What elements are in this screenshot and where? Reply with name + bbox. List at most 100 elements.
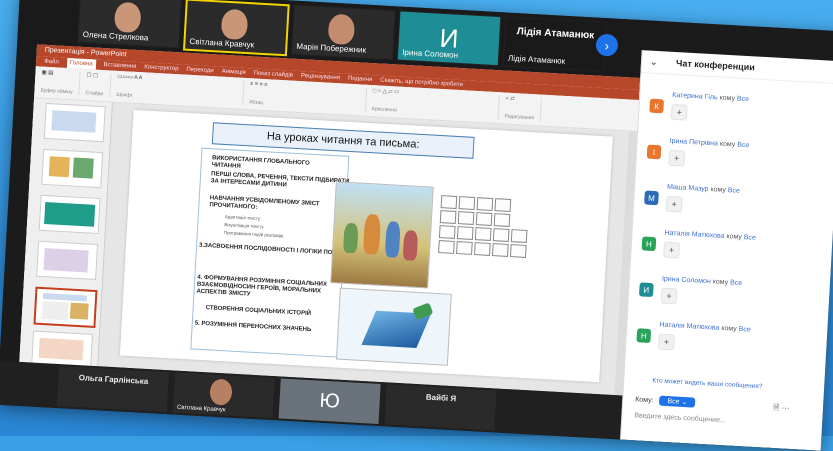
slide-thumbnail[interactable] <box>43 102 106 143</box>
ppt-workspace: На уроках читання та письма: ВИКОРИСТАНН… <box>19 98 638 396</box>
group-label: Буфер обміну <box>40 87 73 96</box>
chevron-down-icon: ⌄ <box>681 398 688 407</box>
slide-bullet: 5. РОЗУМІННЯ ПЕРЕНОСНИХ ЗНАЧЕНЬ <box>194 320 312 334</box>
message-sender: Наталія Матюхова кому Все <box>659 321 751 334</box>
participant-tile[interactable]: Світлана Кравчук <box>172 372 275 419</box>
chat-title: Чат конференции <box>675 58 756 73</box>
tab-transitions[interactable]: Переходи <box>186 65 214 77</box>
avatar: М <box>644 190 659 206</box>
group-label: Слайди <box>85 90 104 98</box>
participant-initial: Ю <box>278 378 381 424</box>
avatar: И <box>638 282 654 298</box>
message-sender: Катерина Гіль кому Все <box>672 91 750 104</box>
chat-message: К Катерина Гіль кому Все + <box>648 91 833 143</box>
slide-thumbnail[interactable] <box>36 240 99 280</box>
avatar: І <box>646 144 662 160</box>
recipient-label: Кому: <box>635 395 654 404</box>
file-icon[interactable]: 🗎 <box>773 403 780 412</box>
slide-bullet: 3.ЗАСВОЄННЯ ПОСЛІДОВНОСТІ І ЛОГІКИ ПОДІ <box>198 242 339 257</box>
slide-textbox[interactable]: ВИКОРИСТАННЯ ГЛОБАЛЬНОГО ЧИТАННЯ ПЕРШІ С… <box>190 147 349 358</box>
participant-name: Марія Побережник <box>296 41 367 55</box>
group-label: Креслення <box>371 106 397 114</box>
message-sender: Ірина Соломон кому Все <box>661 275 743 288</box>
participant-video <box>220 8 249 41</box>
participant-name: Вайбі Я <box>425 392 457 404</box>
add-reaction-button[interactable]: + <box>658 333 675 351</box>
participant-tile[interactable]: Ю <box>278 378 381 424</box>
font-controls-icon[interactable]: ▭▭▭ A A <box>117 74 237 87</box>
slide-subitem: Візуалізація тексту <box>224 222 264 230</box>
group-label: Редагування <box>504 113 535 122</box>
participant-tile[interactable]: И Ірина Соломон <box>396 10 502 67</box>
avatar: Н <box>636 328 652 344</box>
tab-file[interactable]: Файл <box>44 57 59 68</box>
add-reaction-button[interactable]: + <box>663 241 681 259</box>
slide-thumbnails <box>19 98 113 370</box>
add-reaction-button[interactable]: + <box>660 287 678 305</box>
chevron-right-icon[interactable]: › <box>595 33 619 57</box>
avatar: Н <box>641 236 657 252</box>
add-reaction-button[interactable]: + <box>670 103 688 121</box>
chat-input[interactable]: Введите здесь сообщение... <box>634 412 726 424</box>
participant-tile[interactable]: Ольга Гарлінська <box>56 366 170 413</box>
new-slide-icon[interactable]: ▢ ▢ <box>86 72 104 79</box>
participant-tile[interactable]: Лідія Атаманюк Лідія Атаманюк <box>502 16 608 73</box>
ribbon-group: ▭▭▭ A A Шрифт <box>116 73 245 105</box>
participant-tile[interactable]: Олена Стрелкова <box>77 0 182 49</box>
tab-insert[interactable]: Вставлення <box>103 60 136 72</box>
slide-thumbnail[interactable] <box>38 194 101 235</box>
recipient-row: Кому: Все ⌄ <box>635 394 696 408</box>
picture-cards <box>437 195 541 270</box>
participant-name: Світлана Кравчук <box>176 404 226 414</box>
tab-animation[interactable]: Анімація <box>221 67 246 78</box>
tab-view[interactable]: Подання <box>348 74 373 85</box>
tab-review[interactable]: Рецензування <box>301 71 341 83</box>
participant-tile[interactable]: Вайбі Я <box>384 384 497 431</box>
ribbon-group: ⌕ ⇄ Редагування <box>504 95 543 122</box>
illustration-watering <box>335 287 452 366</box>
paragraph-icon[interactable]: ≡ ≡ ≡ ≡ <box>250 81 360 93</box>
powerpoint-window: Презентація - PowerPoint Файл Головна Вс… <box>19 44 641 396</box>
slide-thumbnail[interactable] <box>41 148 104 189</box>
more-icon[interactable]: ⋯ <box>781 403 789 412</box>
participant-name: Лідія Атаманюк <box>507 53 566 66</box>
chat-message: Н Наталія Матюхова кому Все + <box>635 320 822 372</box>
slide-subitem: Програвання подій розповіді <box>223 230 284 239</box>
paste-icon[interactable]: ▣ ▤ <box>41 70 73 78</box>
slide-subitem: Адаптація тексту <box>224 214 261 222</box>
find-icon[interactable]: ⌕ ⇄ <box>505 96 535 105</box>
chat-message: И Ірина Соломон кому Все + <box>638 274 825 326</box>
avatar: К <box>649 98 664 114</box>
participant-video <box>209 378 233 406</box>
current-slide[interactable]: На уроках читання та письма: ВИКОРИСТАНН… <box>119 109 613 383</box>
message-sender: Ірина Петрівна кому Все <box>669 137 750 150</box>
tab-slideshow[interactable]: Показ слайдів <box>253 68 294 80</box>
chevron-down-icon[interactable]: ⌄ <box>649 51 658 73</box>
ribbon-group: □ ○ △ ▱ ⬭ Креслення <box>371 88 500 120</box>
slide-thumbnail-selected[interactable] <box>33 286 98 329</box>
chat-tools: 🗎 ⋯ <box>772 402 790 417</box>
add-reaction-button[interactable]: + <box>665 195 683 213</box>
participant-display-name: Лідія Атаманюк <box>516 26 595 42</box>
ribbon-group: ▢ ▢ Слайди <box>85 72 112 98</box>
group-label: Абзац <box>248 99 264 107</box>
chat-message: Н Наталія Матюхова кому Все + <box>640 228 827 280</box>
participant-tile-active[interactable]: Світлана Кравчук <box>182 0 290 57</box>
chat-message: М Маша Мазур кому Все + <box>643 182 830 234</box>
message-sender: Наталія Матюхова кому Все <box>664 229 757 242</box>
group-label: Шрифт <box>116 91 133 99</box>
participant-name: Олена Стрелкова <box>82 29 149 43</box>
ribbon-group: ≡ ≡ ≡ ≡ Абзац <box>248 81 368 112</box>
chat-message: І Ірина Петрівна кому Все + <box>646 137 833 189</box>
recipient-select[interactable]: Все ⌄ <box>659 395 696 408</box>
participant-video <box>327 13 356 45</box>
tab-design[interactable]: Конструктор <box>144 62 179 74</box>
tab-home[interactable]: Головна <box>66 58 96 70</box>
zoom-window: Олена Стрелкова Світлана Кравчук Марія П… <box>0 0 833 451</box>
message-sender: Маша Мазур кому Все <box>666 183 741 195</box>
slide-bullet: 4. ФОРМУВАННЯ РОЗУМІННЯ СОЦІАЛЬНИХ ВЗАЄМ… <box>196 274 328 298</box>
who-can-see-link[interactable]: Кто может видеть ваши сообщения? <box>652 377 762 390</box>
add-reaction-button[interactable]: + <box>668 149 686 167</box>
participant-tile[interactable]: Марія Побережник <box>290 4 396 61</box>
shapes-icon[interactable]: □ ○ △ ▱ ⬭ <box>373 88 493 102</box>
